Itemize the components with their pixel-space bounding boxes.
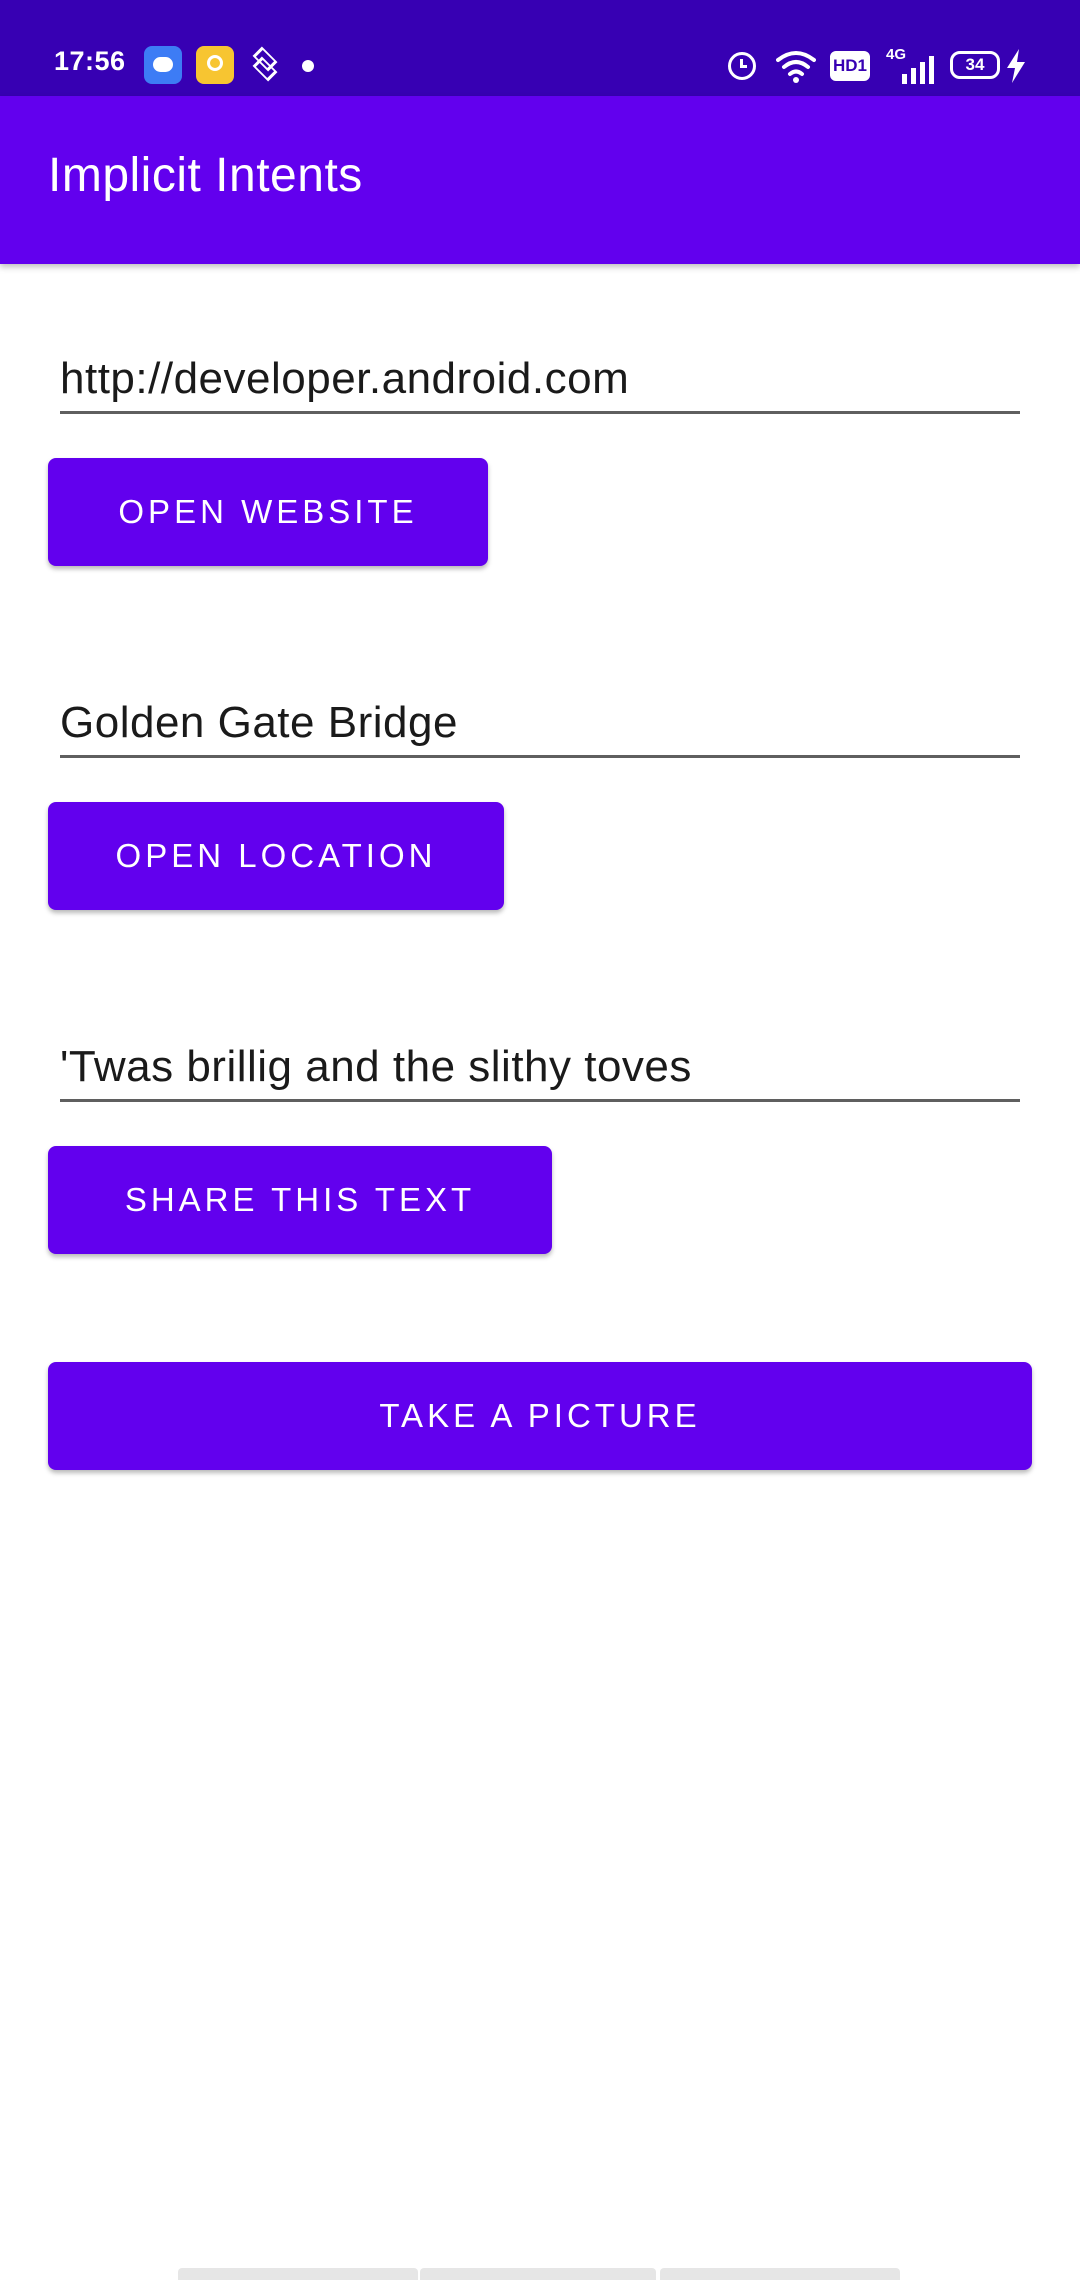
- share-text-field[interactable]: [60, 1034, 1020, 1102]
- app-screen: 17:56 HD1 4G 34 Implicit Intents http://…: [0, 0, 1080, 2280]
- nav-hint-segment: [178, 2268, 418, 2280]
- hd-voice-icon: HD1: [830, 51, 870, 81]
- more-notifications-dot-icon: [302, 60, 314, 72]
- alarm-icon: [726, 48, 758, 84]
- wifi-icon: [776, 48, 816, 84]
- nav-hint-segment: [660, 2268, 900, 2280]
- signal-icon: 4G: [886, 46, 934, 84]
- open-website-button[interactable]: Open Website: [48, 458, 488, 566]
- open-location-button[interactable]: Open Location: [48, 802, 504, 910]
- location-field[interactable]: [60, 690, 1020, 758]
- website-url-field[interactable]: [60, 346, 1020, 414]
- nav-hint-segment: [420, 2268, 656, 2280]
- charging-icon: [1004, 48, 1028, 84]
- battery-icon: 34: [950, 51, 1000, 79]
- app-bar: Implicit Intents: [0, 96, 1080, 264]
- heart-notification-icon: [196, 46, 234, 84]
- status-bar: 17:56 HD1 4G 34: [0, 0, 1080, 96]
- take-picture-button[interactable]: Take a Picture: [48, 1362, 1032, 1470]
- cloud-notification-icon: [144, 46, 182, 84]
- status-time: 17:56: [54, 46, 126, 76]
- layers-notification-icon: [250, 46, 288, 84]
- share-text-button[interactable]: Share This Text: [48, 1146, 552, 1254]
- page-title: Implicit Intents: [48, 149, 363, 202]
